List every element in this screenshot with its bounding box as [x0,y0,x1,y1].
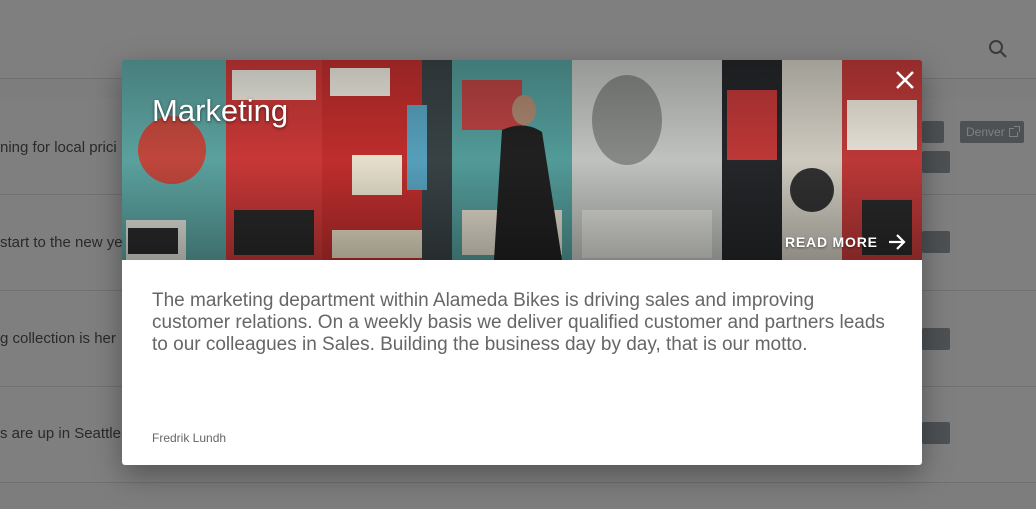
hero-image: Marketing READ MORE [122,60,922,260]
modal-description: The marketing department within Alameda … [152,290,885,355]
info-modal: Marketing READ MORE The marketing depart… [122,60,922,465]
read-more-button[interactable]: READ MORE [785,232,906,252]
close-icon[interactable] [893,68,917,92]
author-name: Fredrik Lundh [152,431,227,445]
modal-title: Marketing [152,93,289,128]
arrow-right-icon [888,234,906,250]
read-more-label: READ MORE [785,234,878,250]
